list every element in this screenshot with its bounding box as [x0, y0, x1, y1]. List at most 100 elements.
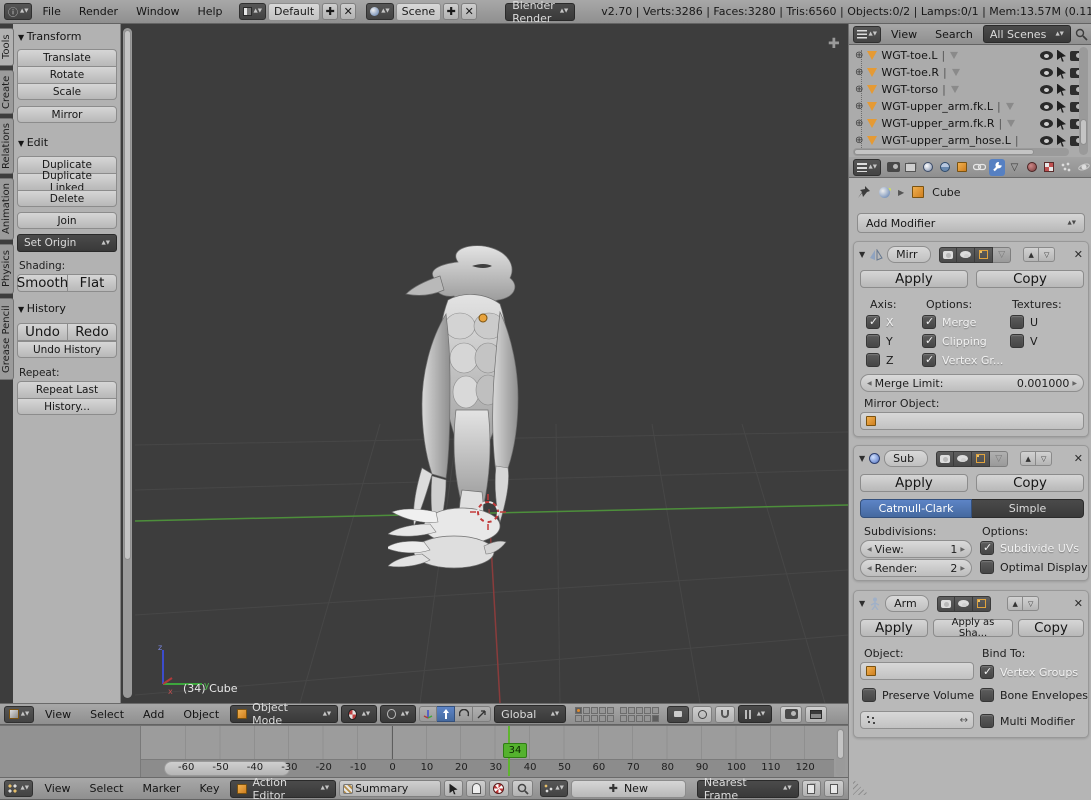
join-button[interactable]: Join	[17, 212, 117, 229]
vertex-groups-checkbox[interactable]	[922, 353, 936, 367]
tab-material[interactable]	[1024, 159, 1040, 176]
outliner-row[interactable]: ⊕ WGT-toe.L |	[855, 47, 1083, 64]
panel-header-transform[interactable]: Transform	[18, 30, 82, 43]
shelf-tab-relations[interactable]: Relations	[0, 118, 14, 174]
scale-button[interactable]: Scale	[17, 83, 117, 100]
manipulator-translate-button[interactable]	[437, 706, 456, 722]
ds-marker-menu[interactable]: Marker	[134, 782, 188, 795]
tab-modifiers[interactable]	[988, 158, 1006, 176]
render-toggle[interactable]	[937, 595, 956, 612]
slider-right-arrow-icon[interactable]: ▶	[1072, 380, 1077, 387]
add-modifier-dropdown[interactable]: Add Modifier ▲▼	[857, 213, 1085, 233]
editor-type-3dview-button[interactable]: ▲▼	[4, 705, 34, 723]
lock-to-scene-button[interactable]	[667, 705, 690, 723]
selectability-icon[interactable]	[1057, 117, 1066, 130]
move-modifier-down-button[interactable]: ▽	[1036, 451, 1053, 466]
undo-history-button[interactable]: Undo History	[17, 341, 117, 358]
ds-select-menu[interactable]: Select	[82, 782, 132, 795]
mirror-object-field[interactable]	[860, 412, 1084, 430]
duplicate-linked-button[interactable]: Duplicate Linked	[17, 170, 117, 194]
expand-icon[interactable]: ⊕	[855, 118, 863, 129]
manipulator-scale-button[interactable]	[473, 706, 492, 722]
move-modifier-down-button[interactable]: ▽	[1023, 596, 1040, 611]
region-expand-plus-icon[interactable]: ✚	[828, 36, 840, 52]
visibility-eye-icon[interactable]	[1040, 85, 1053, 94]
mirror-button[interactable]: Mirror	[17, 106, 117, 123]
layers-grid-right[interactable]	[620, 706, 660, 722]
subsurf-copy-button[interactable]: Copy	[976, 474, 1084, 492]
menu-file[interactable]: File	[34, 5, 68, 18]
move-modifier-up-button[interactable]: ▲	[1023, 247, 1040, 262]
proportional-edit-button[interactable]	[692, 705, 713, 723]
armature-apply-button[interactable]: Apply	[860, 619, 928, 637]
subsurf-apply-button[interactable]: Apply	[860, 474, 968, 492]
shelf-tab-tools[interactable]: Tools	[0, 28, 14, 66]
selectability-icon[interactable]	[1057, 83, 1066, 96]
ds-view-menu[interactable]: View	[36, 782, 78, 795]
set-origin-dropdown[interactable]: Set Origin ▲▼	[17, 234, 117, 252]
render-toggle[interactable]	[939, 246, 958, 263]
add-menu[interactable]: Add	[135, 708, 172, 721]
menu-render[interactable]: Render	[71, 5, 126, 18]
bone-envelopes-checkbox[interactable]	[980, 688, 994, 702]
move-modifier-up-button[interactable]: ▲	[1020, 451, 1037, 466]
vertex-group-field[interactable]: ↔	[860, 711, 974, 729]
tab-physics[interactable]	[1076, 159, 1091, 176]
close-layout-button[interactable]: ✕	[340, 3, 357, 20]
selectability-icon[interactable]	[1057, 100, 1066, 113]
only-selected-button[interactable]	[443, 780, 464, 797]
shelf-tab-physics[interactable]: Physics	[0, 244, 14, 294]
expand-icon[interactable]: ⊕	[855, 84, 863, 95]
delete-button[interactable]: Delete	[17, 190, 117, 207]
cage-toggle[interactable]: ▽	[990, 450, 1009, 467]
expand-icon[interactable]: ⊕	[855, 101, 863, 112]
modifier-name-field[interactable]: Arm	[885, 595, 930, 612]
outliner-vscroll[interactable]	[1079, 47, 1088, 155]
region-resize-grip[interactable]	[853, 779, 869, 795]
subdivide-uvs-checkbox[interactable]	[980, 541, 994, 555]
render-toggle[interactable]	[936, 450, 955, 467]
viewport-visibility-toggle[interactable]	[957, 246, 976, 263]
axis-z-checkbox[interactable]	[866, 353, 880, 367]
editor-type-dopesheet-button[interactable]: ▲▼	[4, 780, 34, 797]
copy-keyframes-button[interactable]	[801, 780, 822, 797]
armature-copy-button[interactable]: Copy	[1018, 619, 1084, 637]
render-subdivisions-stepper[interactable]: ◀ Render: 2 ▶	[860, 559, 972, 577]
modifier-name-field[interactable]: Mirr	[887, 246, 932, 263]
outliner-row[interactable]: ⊕ WGT-toe.R |	[855, 64, 1083, 81]
new-action-button[interactable]: ✚ New	[570, 779, 686, 798]
transform-orientation-select[interactable]: Global ▲▼	[494, 705, 567, 723]
translate-button[interactable]: Translate	[17, 49, 117, 66]
edit-mode-toggle[interactable]	[972, 450, 991, 467]
menu-help[interactable]: Help	[189, 5, 230, 18]
visibility-eye-icon[interactable]	[1040, 102, 1053, 111]
multi-modifier-checkbox[interactable]	[980, 714, 994, 728]
screen-layout-icon-button[interactable]: ▲▼	[238, 3, 266, 20]
breadcrumb-object-name[interactable]: Cube	[932, 186, 960, 199]
filter-search-button[interactable]	[511, 780, 534, 797]
shelf-tab-animation[interactable]: Animation	[0, 178, 14, 240]
bind-vertex-groups-checkbox[interactable]	[980, 665, 994, 679]
catmull-clark-button[interactable]: Catmull-Clark	[860, 499, 972, 518]
dopesheet-mode-select[interactable]: Action Editor ▲▼	[230, 776, 337, 800]
tab-render-layers[interactable]	[902, 159, 918, 176]
scene-icon-button[interactable]: ▲▼	[366, 3, 394, 20]
armature-object-field[interactable]	[860, 662, 974, 680]
viewport-shading-select[interactable]: ▲▼	[341, 705, 378, 723]
selectability-icon[interactable]	[1057, 134, 1066, 147]
pin-icon[interactable]	[857, 185, 871, 199]
panel-header-history[interactable]: History	[18, 302, 66, 315]
move-modifier-down-button[interactable]: ▽	[1039, 247, 1056, 262]
tab-world[interactable]	[937, 159, 953, 176]
add-scene-button[interactable]: ✚	[443, 3, 460, 20]
outliner-row[interactable]: ⊕ WGT-upper_arm_hose.L |	[855, 132, 1083, 149]
viewport-visibility-toggle[interactable]	[955, 595, 974, 612]
mirror-apply-button[interactable]: Apply	[860, 270, 968, 288]
menu-window[interactable]: Window	[128, 5, 187, 18]
history-menu-button[interactable]: History...	[17, 398, 117, 415]
axis-y-checkbox[interactable]	[866, 334, 880, 348]
editor-type-outliner-button[interactable]: ▲▼	[853, 25, 881, 43]
outliner-row[interactable]: ⊕ WGT-upper_arm.fk.R |	[855, 115, 1083, 132]
preserve-volume-checkbox[interactable]	[862, 688, 876, 702]
editor-type-info-button[interactable]: ⓘ ▲▼	[4, 3, 33, 20]
